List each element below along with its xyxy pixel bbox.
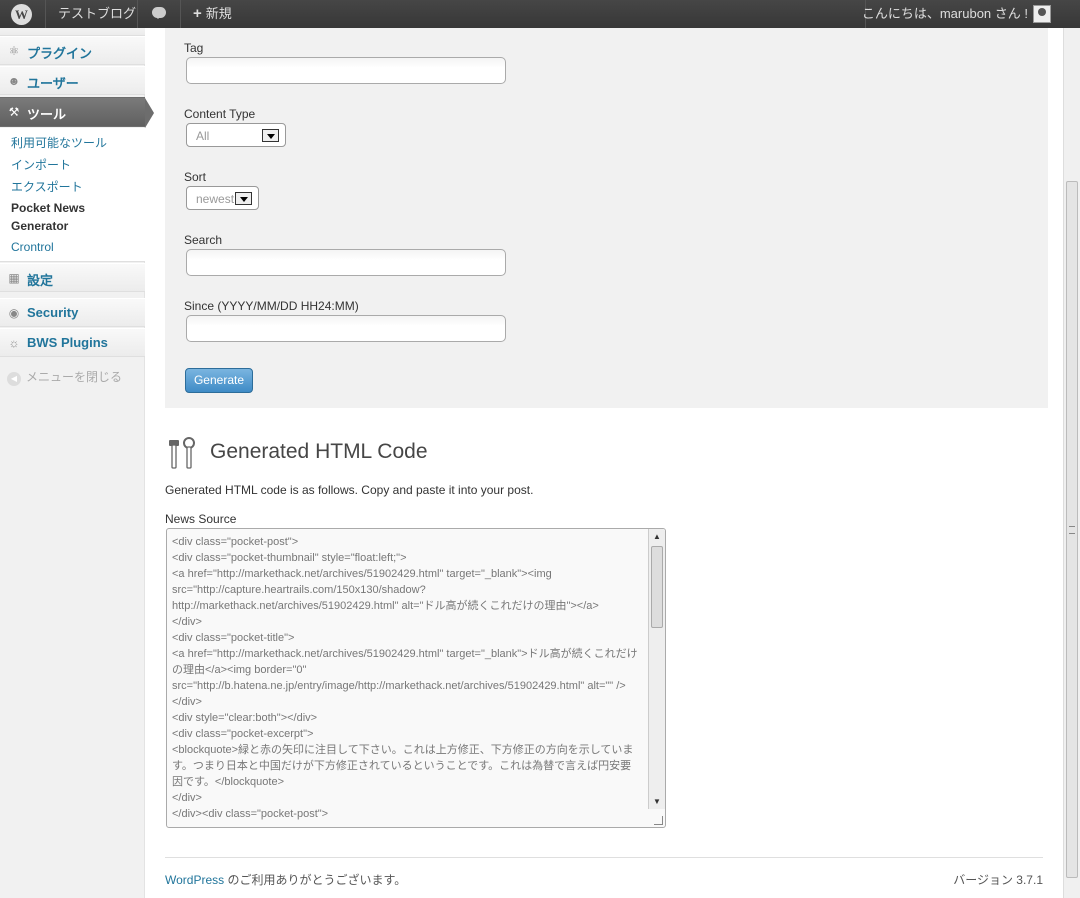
- wordpress-logo-menu[interactable]: W: [0, 0, 45, 28]
- wordpress-logo-icon: W: [11, 4, 32, 25]
- sidebar-item-plugins[interactable]: ⚛ プラグイン: [0, 36, 145, 65]
- collapse-arrow-icon: ◀: [7, 372, 21, 386]
- description-text: Generated HTML code is as follows. Copy …: [165, 483, 534, 497]
- new-content-menu[interactable]: + 新規: [193, 0, 232, 28]
- scroll-down-icon[interactable]: ▼: [653, 797, 661, 806]
- collapse-label: メニューを閉じる: [26, 370, 123, 384]
- user-greeting[interactable]: こんにちは、marubon さん !: [862, 0, 1028, 28]
- sort-value: newest: [196, 192, 235, 206]
- tag-label: Tag: [184, 41, 204, 55]
- generated-code-textarea[interactable]: <div class="pocket-post"> <div class="po…: [166, 528, 666, 828]
- chevron-down-icon: [262, 129, 279, 142]
- tools-submenu: 利用可能なツール インポート エクスポート Pocket News Genera…: [0, 128, 145, 262]
- sort-select[interactable]: newest: [186, 186, 259, 210]
- footer-thanks-text: のご利用ありがとうございます。: [224, 873, 407, 887]
- footer-thanks: WordPress のご利用ありがとうございます。: [165, 871, 406, 888]
- plus-icon: +: [193, 5, 202, 22]
- shield-icon: ◉: [8, 306, 20, 320]
- resize-grip-icon[interactable]: [654, 816, 663, 825]
- submenu-item-import[interactable]: インポート: [11, 156, 71, 173]
- sidebar-item-tools[interactable]: ⚒ ツール: [0, 97, 154, 128]
- users-icon: ☻: [7, 74, 21, 88]
- wordpress-link[interactable]: WordPress: [165, 873, 224, 887]
- comment-bubble-icon: [152, 7, 166, 19]
- scroll-up-icon[interactable]: ▲: [653, 532, 661, 541]
- scroll-grip-icon: [1069, 526, 1075, 534]
- sidebar-item-users[interactable]: ☻ ユーザー: [0, 66, 145, 95]
- plug-icon: ⚛: [8, 44, 20, 58]
- since-label: Since (YYYY/MM/DD HH24:MM): [184, 299, 359, 313]
- content-type-label: Content Type: [184, 107, 256, 121]
- sidebar-item-label: プラグイン: [27, 46, 93, 61]
- site-name-link[interactable]: テストブログ: [58, 0, 136, 28]
- tag-input[interactable]: [186, 57, 506, 84]
- search-label: Search: [184, 233, 223, 247]
- sidebar-item-label: 設定: [27, 273, 54, 288]
- chevron-down-icon: [235, 192, 252, 205]
- sidebar-item-bws-plugins[interactable]: ☼ BWS Plugins: [0, 328, 145, 357]
- tools-icon: [169, 437, 195, 469]
- sidebar-item-settings[interactable]: ▦ 設定: [0, 263, 145, 292]
- sidebar-item-label: BWS Plugins: [27, 335, 108, 350]
- sidebar-item-label: ツール: [27, 107, 67, 122]
- content-type-select[interactable]: All: [186, 123, 286, 147]
- scroll-thumb[interactable]: [651, 546, 663, 628]
- submenu-item-crontrol[interactable]: Crontrol: [11, 240, 54, 254]
- submenu-item-pocket-news-generator[interactable]: Pocket News Generator: [11, 199, 106, 235]
- separator: [137, 0, 138, 28]
- sidebar-item-security[interactable]: ◉ Security: [0, 298, 145, 327]
- sidebar-item-label: ユーザー: [27, 76, 79, 91]
- new-label: 新規: [205, 6, 232, 21]
- submenu-item-available-tools[interactable]: 利用可能なツール: [11, 134, 107, 151]
- generator-form: Tag Content Type All Sort newest Search …: [165, 28, 1048, 408]
- footer-divider: [165, 857, 1043, 858]
- comments-link[interactable]: [152, 0, 166, 28]
- bws-icon: ☼: [8, 336, 20, 350]
- textarea-scrollbar[interactable]: ▲ ▼: [648, 529, 665, 809]
- submenu-item-export[interactable]: エクスポート: [11, 178, 83, 195]
- page-title: Generated HTML Code: [210, 440, 428, 463]
- generate-button[interactable]: Generate: [185, 368, 253, 393]
- news-source-label: News Source: [165, 512, 237, 526]
- separator: [45, 0, 46, 28]
- separator: [180, 0, 181, 28]
- generated-code: <div class="pocket-post"> <div class="po…: [172, 536, 638, 820]
- content-type-value: All: [196, 129, 210, 143]
- version-text: バージョン 3.7.1: [953, 873, 1043, 887]
- admin-sidebar: ⚛ プラグイン ☻ ユーザー ⚒ ツール 利用可能なツール インポート エクスポ…: [0, 22, 154, 898]
- since-input[interactable]: [186, 315, 506, 342]
- page-scrollbar[interactable]: [1063, 28, 1080, 898]
- sidebar-item-label: Security: [27, 305, 79, 320]
- sort-label: Sort: [184, 170, 207, 184]
- settings-icon: ▦: [8, 271, 20, 285]
- collapse-menu-button[interactable]: ◀ メニューを閉じる: [7, 368, 122, 386]
- avatar[interactable]: [1033, 5, 1051, 23]
- search-input[interactable]: [186, 249, 506, 276]
- admin-bar: W テストブログ + 新規 こんにちは、marubon さん !: [0, 0, 1080, 28]
- tools-icon: ⚒: [8, 105, 20, 119]
